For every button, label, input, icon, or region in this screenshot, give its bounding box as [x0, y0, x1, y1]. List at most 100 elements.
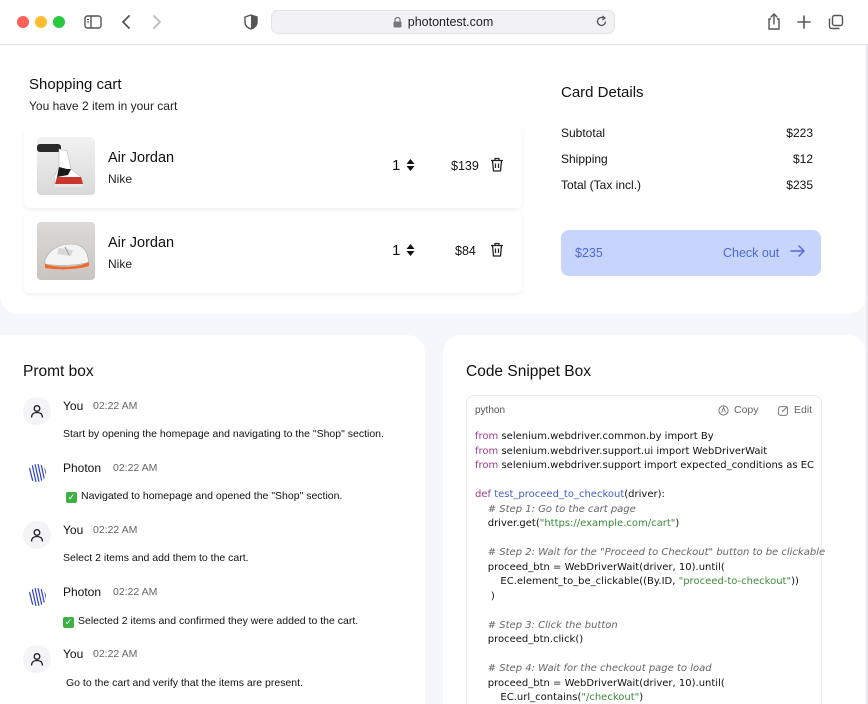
total-label: Total (Tax incl.): [561, 178, 642, 192]
code-token: )): [791, 576, 799, 587]
caret-up-icon[interactable]: [406, 159, 415, 164]
item-brand: Nike: [108, 257, 133, 271]
caret-down-icon[interactable]: [406, 166, 415, 171]
code-token: selenium.webdriver.common.by import By: [498, 431, 714, 442]
message-text: Go to the cart and verify that the items…: [66, 677, 303, 689]
code-line: from selenium.webdriver.support import e…: [475, 459, 825, 474]
code-line: # Step 3: Click the button: [475, 619, 825, 634]
code-token: proceed_btn = WebDriverWait(driver, 10).…: [475, 561, 725, 573]
item-name: Air Jordan: [108, 150, 175, 166]
cart-panel: Shopping cart You have 2 item in your ca…: [0, 46, 866, 314]
code-snippet[interactable]: python Copy Edit from selenium.webdriver…: [466, 395, 825, 704]
new-tab-plus-icon[interactable]: [793, 11, 815, 33]
code-line: from selenium.webdriver.common.by import…: [475, 430, 825, 445]
message-text-row: ✓ Selected 2 items and confirmed they wer…: [63, 615, 358, 628]
code-language: python: [475, 405, 506, 416]
user-icon: [30, 405, 44, 418]
code-token: proceed_btn.click(): [475, 634, 584, 645]
total-value: $235: [786, 178, 813, 192]
code-token: EC.url_contains(: [475, 692, 582, 703]
message-time: 02:22 AM: [113, 586, 158, 598]
code-line: ): [475, 590, 825, 605]
sidebar-toggle-icon[interactable]: [82, 11, 104, 33]
message-text: Select 2 items and add them to the cart.: [63, 552, 249, 564]
reload-icon[interactable]: [595, 15, 608, 28]
trash-icon[interactable]: [490, 157, 504, 177]
tab-overview-icon[interactable]: [825, 11, 847, 33]
edit-button[interactable]: Edit: [778, 404, 812, 416]
message-author: You: [63, 399, 84, 413]
message-text: Selected 2 items and confirmed they were…: [78, 615, 359, 627]
prompt-title: Promt box: [23, 363, 94, 380]
close-window-button[interactable]: [17, 16, 29, 28]
message-author: You: [63, 523, 84, 537]
code-token: def: [475, 489, 492, 500]
code-token: "https://example.com/cart": [539, 518, 676, 529]
code-token: from: [475, 460, 499, 471]
cart-subtitle: You have 2 item in your cart: [29, 99, 178, 113]
code-token: selenium.webdriver.support import expect…: [498, 460, 815, 471]
subtotal-value: $223: [786, 126, 813, 140]
code-line: # Step 2: Wait for the "Proceed to Check…: [475, 546, 825, 561]
item-quantity: 1: [392, 157, 401, 174]
code-token: test_proceed_to_checkout: [494, 489, 625, 500]
code-title: Code Snippet Box: [466, 363, 591, 380]
message-time: 02:22 AM: [93, 524, 138, 536]
code-token: "/checkout": [581, 692, 640, 703]
user-icon: [30, 653, 44, 666]
edit-label: Edit: [794, 404, 813, 416]
message-time: 02:22 AM: [113, 462, 158, 474]
code-token: ): [639, 692, 644, 703]
card-details-title: Card Details: [561, 84, 644, 101]
shipping-value: $12: [792, 152, 813, 166]
code-token: (driver):: [624, 489, 665, 500]
edit-icon: [778, 405, 788, 416]
product-image: [37, 222, 95, 280]
message-time: 02:22 AM: [93, 648, 138, 660]
photon-avatar: [23, 583, 51, 611]
cart-item: Air Jordan Nike 1 $84: [24, 213, 522, 293]
code-token: proceed_btn = WebDriverWait(driver, 10).…: [475, 677, 725, 689]
item-price: $84: [455, 244, 476, 258]
minimize-window-button[interactable]: [35, 16, 47, 28]
code-line: proceed_btn = WebDriverWait(driver, 10).…: [475, 561, 825, 576]
user-avatar: [23, 645, 51, 673]
lock-icon: [393, 16, 402, 28]
checkmark-icon: ✓: [63, 617, 74, 628]
code-token: ): [475, 590, 495, 602]
zoom-window-button[interactable]: [53, 16, 65, 28]
trash-icon[interactable]: [490, 242, 504, 262]
code-token: ): [675, 518, 680, 529]
back-chevron-icon[interactable]: [115, 11, 137, 33]
message-time: 02:22 AM: [93, 400, 138, 412]
quantity-stepper[interactable]: [406, 159, 415, 171]
message-author: Photon: [63, 585, 102, 599]
caret-up-icon[interactable]: [406, 244, 415, 249]
code-token: # Step 2: Wait for the "Proceed to Check…: [475, 547, 826, 558]
code-line: proceed_btn = WebDriverWait(driver, 10).…: [475, 677, 825, 692]
url-text: photontest.com: [407, 15, 494, 29]
share-icon[interactable]: [763, 11, 785, 33]
browser-toolbar: photontest.com: [0, 0, 868, 45]
quantity-stepper[interactable]: [406, 244, 415, 256]
arrow-right-icon: [790, 244, 806, 263]
address-bar[interactable]: photontest.com: [271, 10, 615, 34]
caret-down-icon[interactable]: [406, 251, 415, 256]
code-token: # Step 4: Wait for the checkout page to …: [475, 663, 712, 674]
item-quantity: 1: [392, 242, 401, 259]
checkout-button[interactable]: $235 Check out: [561, 230, 821, 276]
cart-title: Shopping cart: [29, 76, 122, 93]
user-avatar: [23, 397, 51, 425]
checkmark-icon: ✓: [66, 492, 77, 503]
message-text: Navigated to homepage and opened the "Sh…: [81, 490, 343, 502]
copy-button[interactable]: Copy: [718, 404, 759, 416]
privacy-shield-icon[interactable]: [240, 11, 262, 33]
code-token: # Step 1: Go to the cart page: [475, 503, 636, 515]
checkout-label: Check out: [723, 246, 780, 260]
code-token: from: [475, 445, 499, 457]
code-line: driver.get("https://example.com/cart"): [475, 517, 825, 532]
copy-label: Copy: [734, 404, 759, 416]
forward-chevron-icon[interactable]: [146, 11, 168, 33]
